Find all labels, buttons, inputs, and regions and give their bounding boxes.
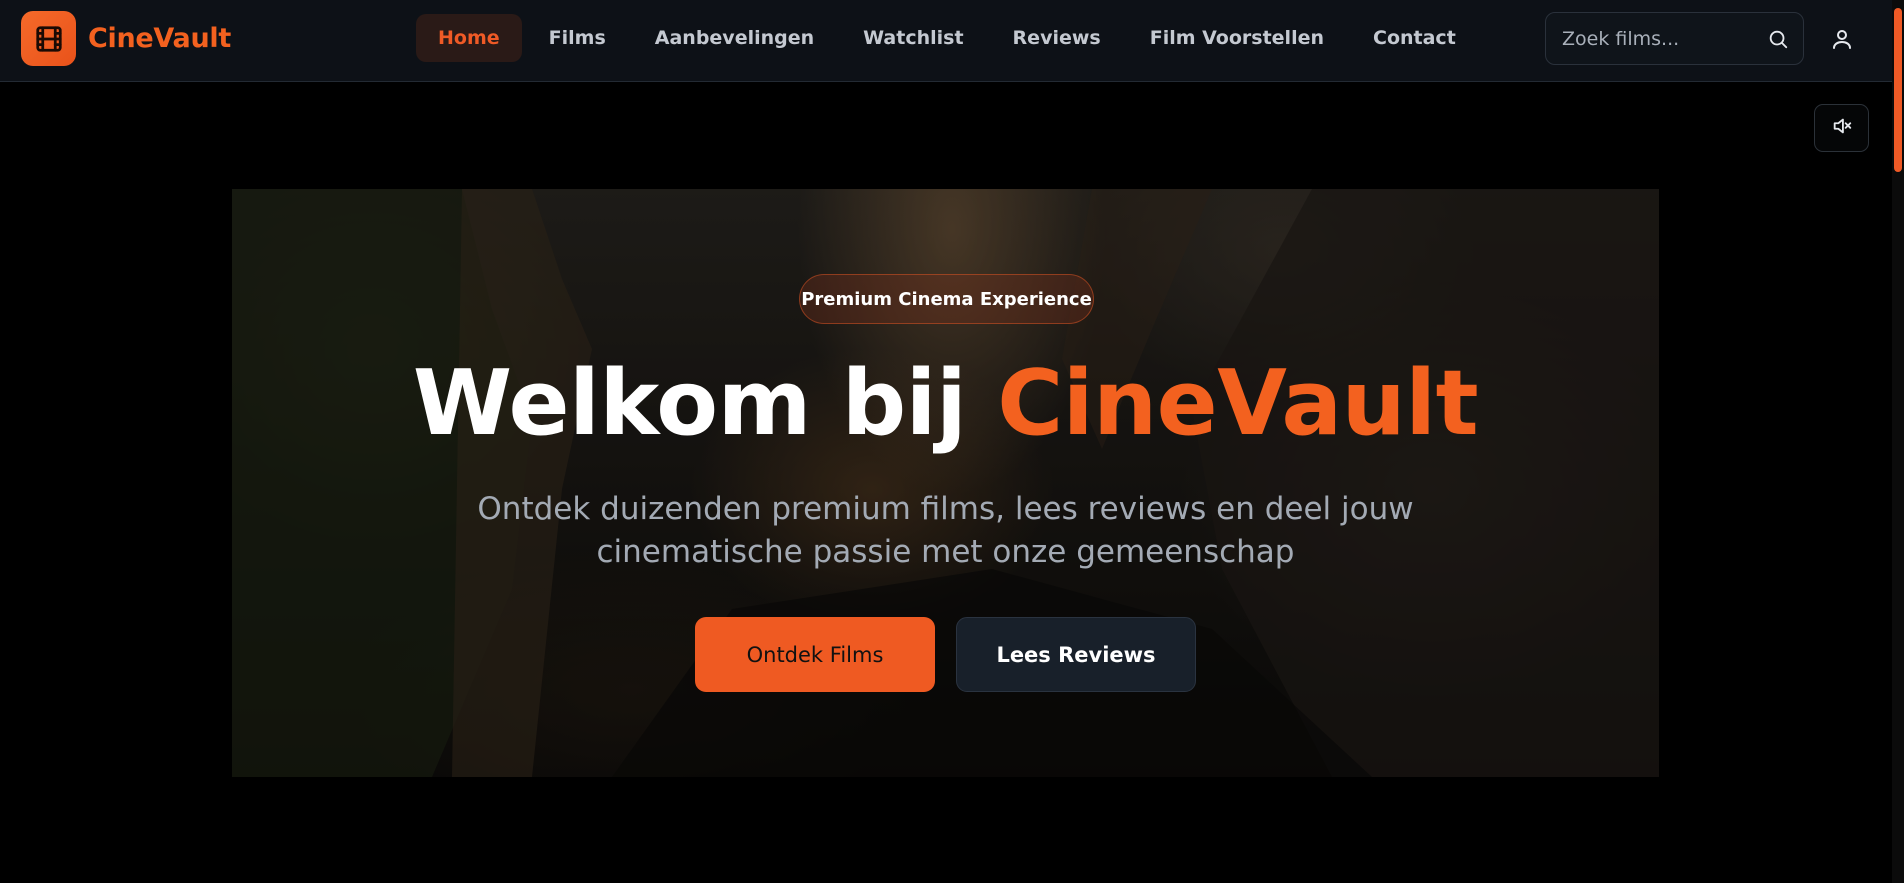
page: CineVault Home Films Aanbevelingen Watch… xyxy=(0,0,1904,883)
scrollbar[interactable] xyxy=(1892,0,1904,883)
nav-item-films[interactable]: Films xyxy=(527,14,628,62)
nav-item-home[interactable]: Home xyxy=(416,14,522,62)
headline-prefix: Welkom bij xyxy=(412,351,967,456)
user-icon[interactable] xyxy=(1830,27,1854,51)
scrollbar-thumb[interactable] xyxy=(1894,8,1902,172)
headline-accent: CineVault xyxy=(997,351,1479,456)
brand-logo[interactable]: CineVault xyxy=(21,11,231,66)
subtitle-line-2: cinematische passie met onze gemeenschap xyxy=(596,534,1295,570)
hero-subtitle: Ontdek duizenden premium films, lees rev… xyxy=(432,488,1459,574)
hero-content: Premium Cinema Experience Welkom bij Cin… xyxy=(232,189,1659,777)
hero-badge: Premium Cinema Experience xyxy=(799,274,1094,324)
nav-item-aanbevelingen[interactable]: Aanbevelingen xyxy=(633,14,836,62)
mute-button[interactable] xyxy=(1814,104,1869,152)
brand-name: CineVault xyxy=(88,23,231,54)
film-icon xyxy=(21,11,76,66)
nav-item-reviews[interactable]: Reviews xyxy=(991,14,1123,62)
search-icon[interactable] xyxy=(1767,28,1789,50)
nav-item-watchlist[interactable]: Watchlist xyxy=(841,14,985,62)
nav-item-contact[interactable]: Contact xyxy=(1351,14,1478,62)
nav-item-film-voorstellen[interactable]: Film Voorstellen xyxy=(1128,14,1346,62)
search-input[interactable] xyxy=(1562,27,1752,50)
volume-mute-icon xyxy=(1831,115,1853,141)
main-nav: Home Films Aanbevelingen Watchlist Revie… xyxy=(416,14,1483,62)
top-nav-bar: CineVault Home Films Aanbevelingen Watch… xyxy=(0,0,1892,82)
hero-headline: Welkom bij CineVault xyxy=(232,352,1659,456)
search-box xyxy=(1545,12,1804,65)
hero-banner: Premium Cinema Experience Welkom bij Cin… xyxy=(232,189,1659,777)
read-reviews-button[interactable]: Lees Reviews xyxy=(956,617,1196,692)
discover-films-button[interactable]: Ontdek Films xyxy=(695,617,935,692)
subtitle-line-1: Ontdek duizenden premium films, lees rev… xyxy=(477,491,1414,527)
